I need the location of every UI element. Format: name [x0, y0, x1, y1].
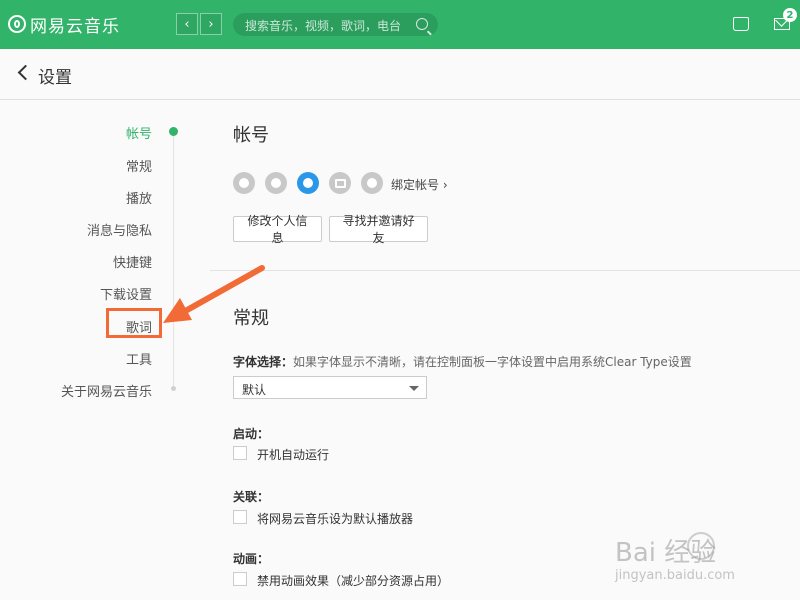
baidu-jingyan-watermark: Bai 经验 jingyan.baidu.com — [615, 532, 785, 594]
baidu-paw-icon — [687, 532, 715, 560]
annotation-arrow — [163, 265, 265, 323]
watermark-line2: jingyan.baidu.com — [615, 568, 735, 583]
